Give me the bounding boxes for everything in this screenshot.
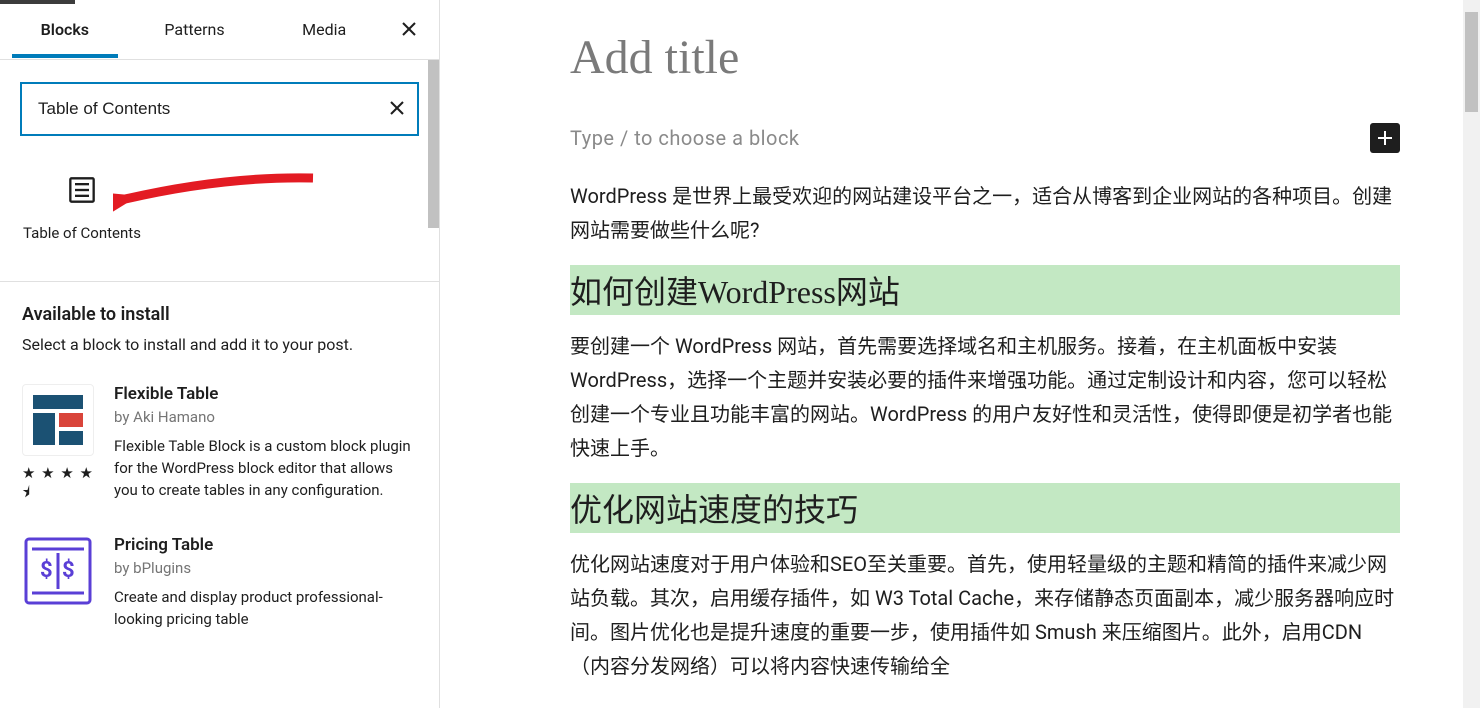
plugin-title: Pricing Table — [114, 535, 417, 555]
block-search-box — [20, 82, 419, 136]
tab-patterns[interactable]: Patterns — [130, 2, 260, 57]
editor-scrollbar[interactable] — [1463, 0, 1480, 708]
available-to-install: Available to install Select a block to i… — [0, 282, 439, 659]
svg-text:$: $ — [62, 558, 75, 583]
plugin-result[interactable]: ★ ★ ★ ★ ⯨ Flexible Table by Aki Hamano F… — [22, 384, 417, 507]
plugin-author: by bPlugins — [114, 559, 417, 577]
block-prompt[interactable]: Type / to choose a block — [570, 126, 800, 150]
block-table-of-contents[interactable]: Table of Contents — [16, 168, 148, 251]
plugin-author: by Aki Hamano — [114, 408, 417, 426]
post-title-input[interactable]: Add title — [570, 30, 1400, 85]
plugin-description: Flexible Table Block is a custom block p… — [114, 436, 417, 501]
install-heading: Available to install — [22, 304, 417, 325]
close-icon — [401, 21, 417, 37]
close-inserter-button[interactable] — [389, 18, 429, 42]
install-subheading: Select a block to install and add it to … — [22, 335, 417, 354]
block-inserter-panel: Blocks Patterns Media Table of Con — [0, 0, 440, 708]
plugin-icon: $ $ — [22, 535, 94, 607]
paragraph-block[interactable]: WordPress 是世界上最受欢迎的网站建设平台之一，适合从博客到企业网站的各… — [570, 179, 1400, 247]
heading-block[interactable]: 如何创建WordPress网站 — [570, 265, 1400, 315]
block-search-input[interactable] — [38, 99, 389, 119]
block-label: Table of Contents — [16, 223, 148, 243]
close-icon — [389, 100, 405, 116]
admin-bar-fragment — [0, 0, 75, 4]
paragraph-block[interactable]: 要创建一个 WordPress 网站，首先需要选择域名和主机服务。接着，在主机面… — [570, 329, 1400, 465]
svg-text:$: $ — [40, 558, 53, 583]
inserter-tabs: Blocks Patterns Media — [0, 0, 439, 60]
clear-search-button[interactable] — [389, 97, 405, 121]
editor-canvas: Add title Type / to choose a block WordP… — [440, 0, 1480, 708]
plugin-title: Flexible Table — [114, 384, 417, 404]
plus-icon — [1376, 129, 1394, 147]
scrollbar-thumb[interactable] — [428, 60, 439, 228]
inserter-scrollbar[interactable] — [428, 60, 439, 660]
paragraph-block[interactable]: 优化网站速度对于用户体验和SEO至关重要。首先，使用轻量级的主题和精简的插件来减… — [570, 547, 1400, 683]
block-results: Table of Contents — [0, 154, 439, 281]
table-of-contents-icon — [67, 176, 97, 209]
plugin-rating: ★ ★ ★ ★ ⯨ — [22, 464, 94, 507]
tab-blocks[interactable]: Blocks — [0, 2, 130, 57]
plugin-result[interactable]: $ $ Pricing Table by bPlugins Create and… — [22, 535, 417, 631]
plugin-description: Create and display product professional-… — [114, 587, 417, 631]
tab-media[interactable]: Media — [259, 2, 389, 57]
scrollbar-thumb[interactable] — [1465, 12, 1478, 112]
add-block-button[interactable] — [1370, 123, 1400, 153]
default-block-appender: Type / to choose a block — [570, 123, 1400, 153]
heading-block[interactable]: 优化网站速度的技巧 — [570, 483, 1400, 533]
plugin-icon — [22, 384, 94, 456]
